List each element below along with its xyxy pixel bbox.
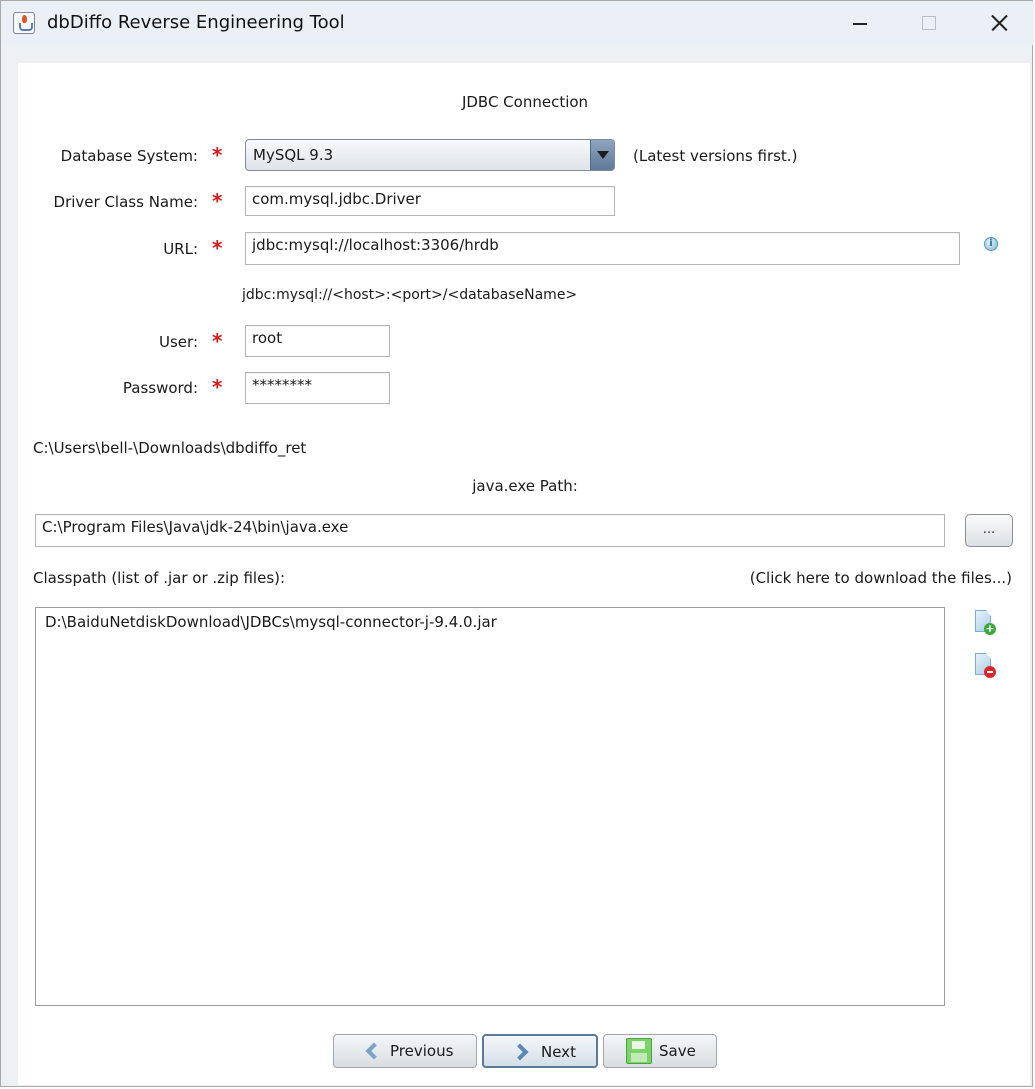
classpath-label: Classpath (list of .jar or .zip files): <box>33 569 286 587</box>
required-marker: * <box>212 375 223 399</box>
password-label: Password: <box>122 379 198 397</box>
minimize-button[interactable] <box>827 1 891 45</box>
maximize-button[interactable] <box>897 1 961 45</box>
next-button[interactable]: Next <box>482 1034 598 1068</box>
window-title: dbDiffo Reverse Engineering Tool <box>47 12 345 33</box>
page-title: JDBC Connection <box>461 93 589 111</box>
list-item[interactable]: D:\BaiduNetdiskDownload\JDBCs\mysql-conn… <box>45 613 497 631</box>
title-bar[interactable]: dbDiffo Reverse Engineering Tool <box>1 1 1034 45</box>
user-label: User: <box>159 333 198 351</box>
java-path-input[interactable]: C:\Program Files\Java\jdk-24\bin\java.ex… <box>35 514 945 547</box>
database-system-label: Database System: <box>60 147 198 165</box>
java-cup-icon <box>13 12 35 34</box>
previous-label: Previous <box>390 1042 454 1060</box>
floppy-disk-icon <box>626 1038 652 1064</box>
java-path-label: java.exe Path: <box>472 477 578 495</box>
database-system-value: MySQL 9.3 <box>253 146 334 164</box>
database-system-select[interactable]: MySQL 9.3 <box>245 139 615 171</box>
add-file-icon[interactable]: + <box>975 610 997 636</box>
app-window: dbDiffo Reverse Engineering Tool JDBC Co… <box>0 0 1034 1087</box>
browse-button[interactable]: ... <box>965 514 1013 547</box>
close-button[interactable] <box>967 1 1031 45</box>
previous-button[interactable]: Previous <box>333 1034 477 1068</box>
driver-class-label: Driver Class Name: <box>53 193 198 211</box>
url-label: URL: <box>163 240 198 258</box>
connection-panel: JDBC Connection Database System: * MySQL… <box>18 63 1030 1085</box>
info-icon[interactable]: i <box>984 237 998 251</box>
next-label: Next <box>541 1043 576 1061</box>
url-input[interactable]: jdbc:mysql://localhost:3306/hrdb <box>245 232 960 265</box>
required-marker: * <box>212 329 223 353</box>
password-input[interactable]: ******** <box>245 372 390 404</box>
url-format-hint: jdbc:mysql://<host>:<port>/<databaseName… <box>242 287 578 303</box>
chevron-right-icon <box>512 1036 532 1066</box>
classpath-list[interactable]: D:\BaiduNetdiskDownload\JDBCs\mysql-conn… <box>35 607 945 1006</box>
remove-file-icon[interactable] <box>975 653 997 679</box>
save-label: Save <box>659 1042 696 1060</box>
user-input[interactable]: root <box>245 325 390 357</box>
required-marker: * <box>212 236 223 260</box>
chevron-down-icon[interactable] <box>590 140 614 170</box>
database-system-hint: (Latest versions first.) <box>633 147 798 165</box>
save-button[interactable]: Save <box>603 1034 717 1068</box>
required-marker: * <box>212 189 223 213</box>
driver-class-input[interactable]: com.mysql.jdbc.Driver <box>245 186 615 216</box>
download-files-link[interactable]: (Click here to download the files...) <box>750 569 1012 587</box>
chevron-left-icon <box>364 1035 384 1065</box>
working-directory: C:\Users\bell-\Downloads\dbdiffo_ret <box>33 439 307 457</box>
required-marker: * <box>212 143 223 167</box>
